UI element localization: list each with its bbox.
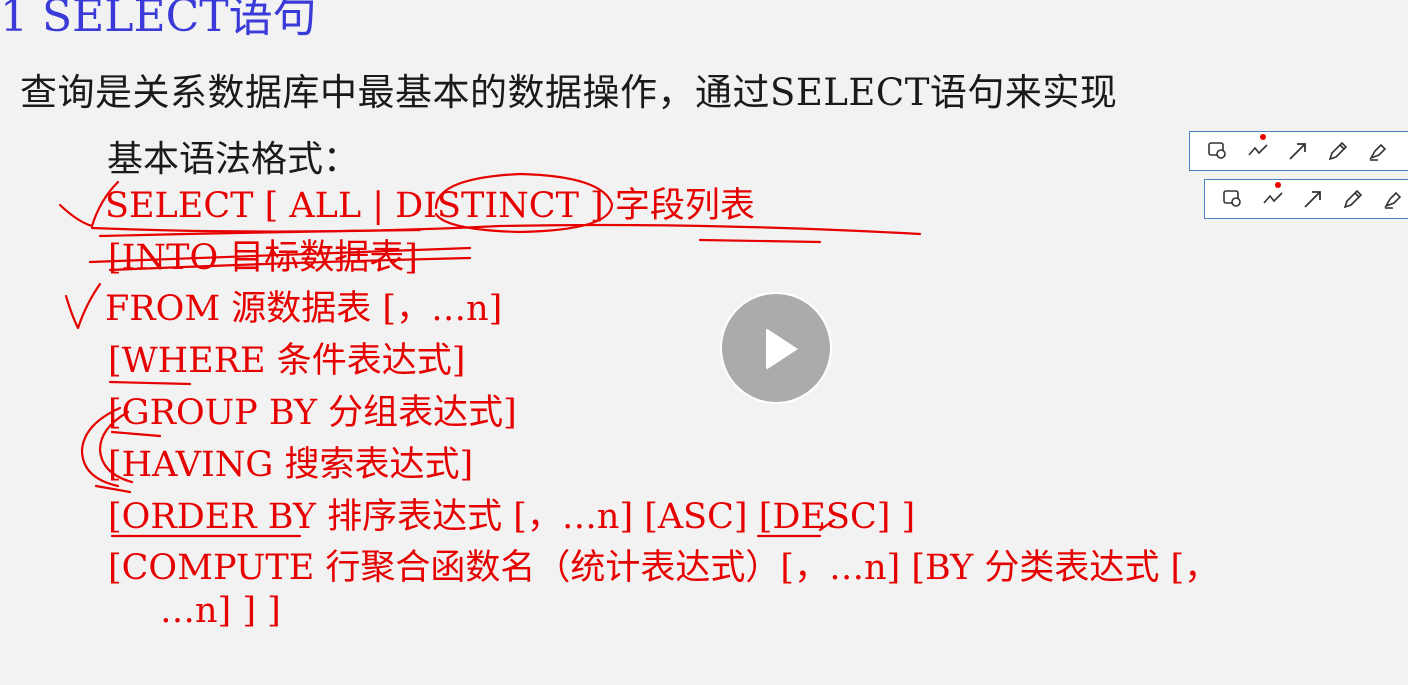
play-icon bbox=[766, 328, 798, 370]
annotation-toolbar-2 bbox=[1204, 179, 1408, 219]
syntax-line-order-by: [ORDER BY 排序表达式 [，…n] [ASC] [DESC] ] bbox=[108, 497, 916, 537]
syntax-line-from: FROM 源数据表 [，…n] bbox=[105, 289, 503, 329]
syntax-line-group-by: [GROUP BY 分组表达式] bbox=[108, 393, 517, 433]
syntax-line-select: SELECT [ ALL | DISTINCT ] 字段列表 bbox=[105, 186, 755, 226]
active-indicator bbox=[1260, 134, 1266, 140]
underline-where bbox=[108, 380, 192, 386]
eraser-icon[interactable] bbox=[1398, 132, 1408, 170]
underline-having bbox=[94, 484, 132, 494]
pencil-icon[interactable] bbox=[1333, 180, 1373, 218]
highlighter-icon[interactable] bbox=[1373, 180, 1408, 218]
syntax-line-where: [WHERE 条件表达式] bbox=[108, 341, 466, 381]
lecture-slide: 1 SELECT语句 查询是关系数据库中最基本的数据操作，通过SELECT语句来… bbox=[0, 0, 1408, 685]
syntax-heading: 基本语法格式： bbox=[107, 139, 360, 180]
highlighter-icon[interactable] bbox=[1358, 132, 1398, 170]
pencil-icon[interactable] bbox=[1318, 132, 1358, 170]
lasso-select-icon[interactable] bbox=[1213, 180, 1253, 218]
intro-text: 查询是关系数据库中最基本的数据操作，通过SELECT语句来实现 bbox=[20, 71, 1118, 114]
underline-select-2 bbox=[98, 228, 422, 238]
syntax-line-into: [INTO 目标数据表] bbox=[108, 238, 418, 278]
arrow-icon[interactable] bbox=[1278, 132, 1318, 170]
arrow-icon[interactable] bbox=[1293, 180, 1333, 218]
underline-select-1 bbox=[90, 223, 922, 236]
lasso-select-icon[interactable] bbox=[1198, 132, 1238, 170]
underline-field-list bbox=[698, 238, 822, 244]
curve-pen-icon[interactable] bbox=[1238, 132, 1278, 170]
checkmark-from bbox=[64, 282, 102, 330]
active-indicator bbox=[1275, 182, 1281, 188]
slide-title: 1 SELECT语句 bbox=[0, 0, 317, 42]
syntax-line-compute-cont: …n] ] ] bbox=[160, 591, 281, 631]
annotation-toolbar-1 bbox=[1189, 131, 1408, 171]
curve-pen-icon[interactable] bbox=[1253, 180, 1293, 218]
syntax-line-compute: [COMPUTE 行聚合函数名（统计表达式）[，…n] [BY 分类表达式 [， bbox=[108, 548, 1220, 588]
syntax-line-having: [HAVING 搜索表达式] bbox=[108, 445, 474, 485]
video-play-button[interactable] bbox=[720, 292, 832, 404]
